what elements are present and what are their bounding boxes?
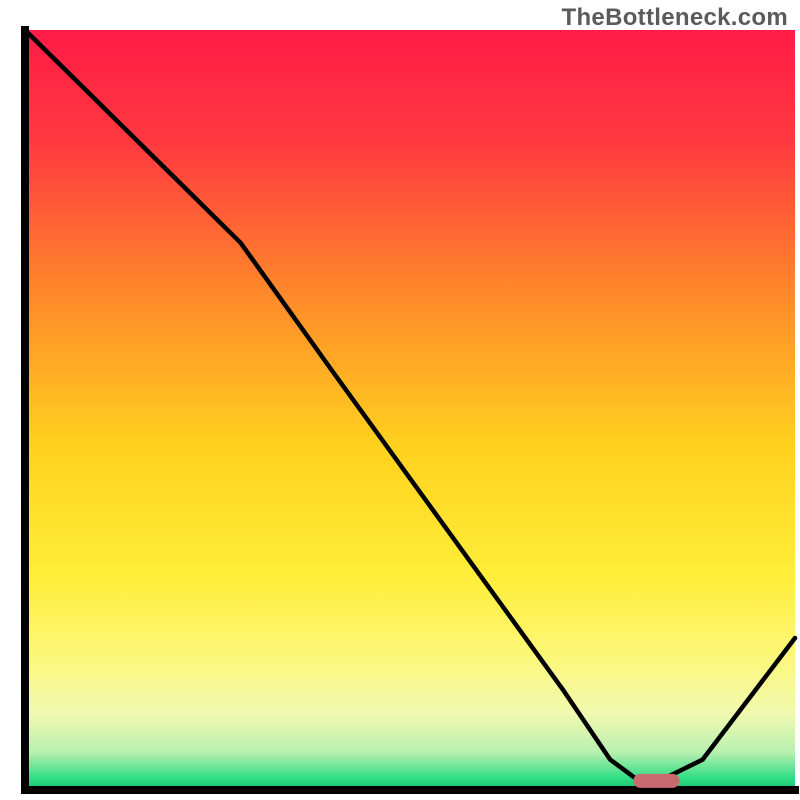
watermark-text: TheBottleneck.com — [562, 4, 788, 32]
chart-container: TheBottleneck.com — [0, 0, 800, 800]
optimal-marker — [633, 774, 679, 788]
bottleneck-chart — [0, 0, 800, 800]
